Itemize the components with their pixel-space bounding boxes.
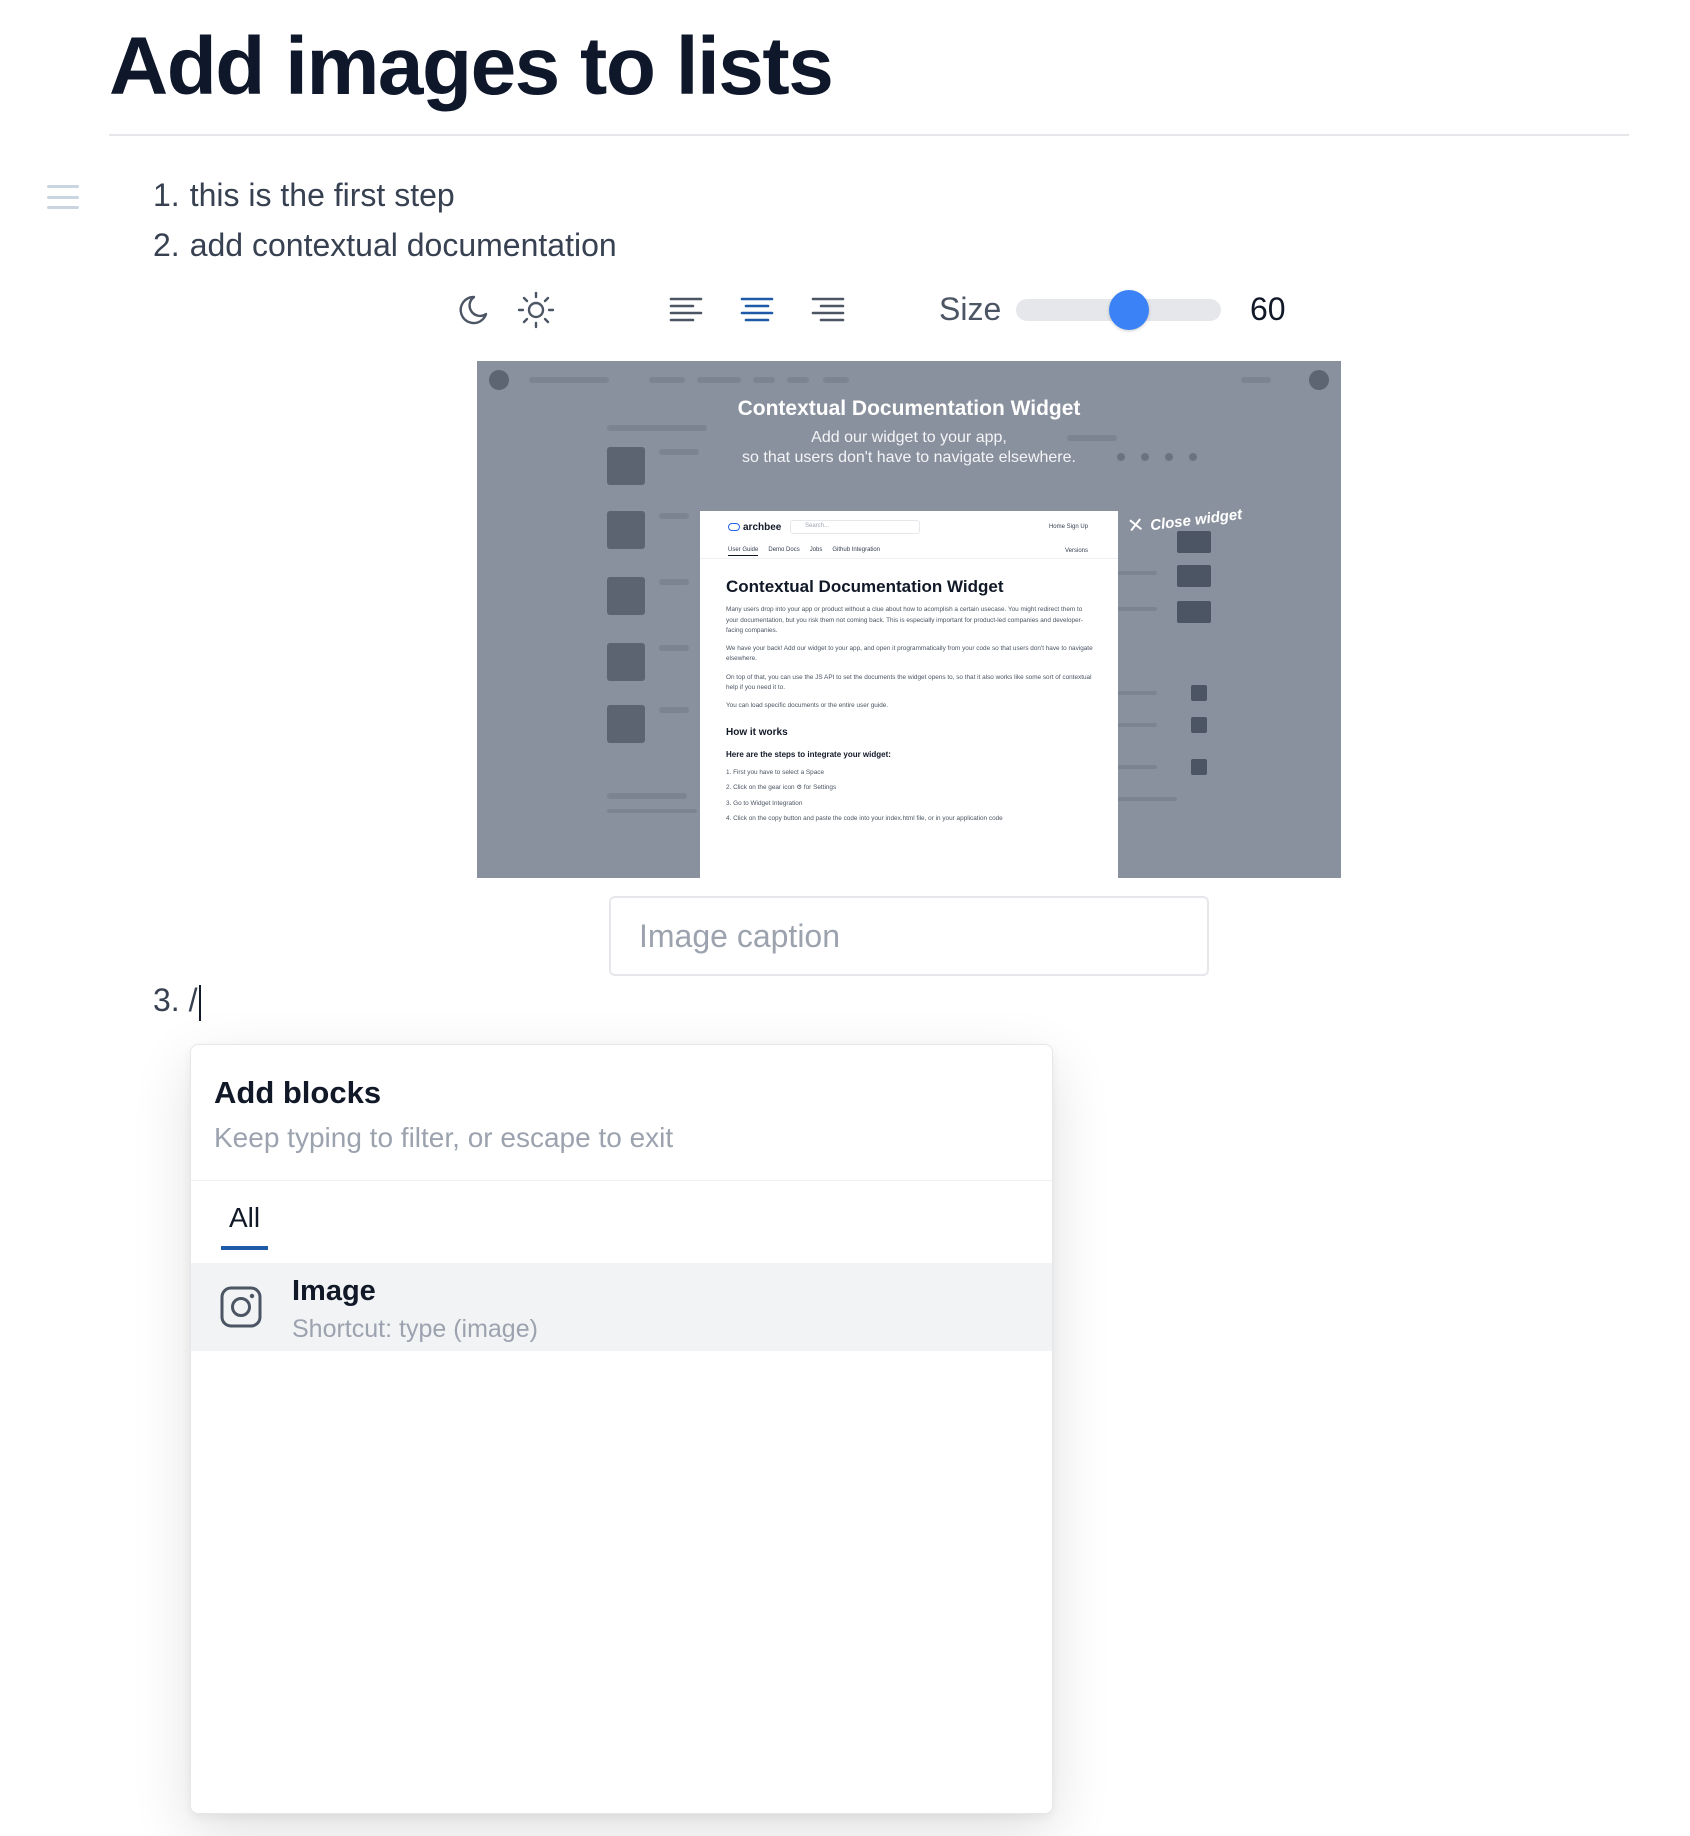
- image-background-bar: [1117, 571, 1157, 575]
- widget-preview: archbee Search... Home Sign Up User Guid…: [700, 511, 1118, 878]
- archbee-logo-icon: [728, 523, 740, 532]
- image-background-bar: [1117, 765, 1157, 769]
- image-background-avatar-icon: [1309, 370, 1329, 390]
- title-divider: [109, 134, 1629, 136]
- image-background-thumb: [607, 577, 645, 615]
- widget-header: archbee Search... Home Sign Up User Guid…: [700, 511, 1118, 559]
- image-background-bar: [697, 377, 741, 383]
- size-value: 60: [1250, 291, 1286, 327]
- image-background-bar: [1241, 377, 1271, 383]
- widget-step: 4. Click on the copy button and paste th…: [726, 814, 1003, 822]
- align-center-icon[interactable]: [736, 289, 778, 331]
- image-background-bar: [823, 377, 849, 383]
- image-background-square: [1177, 565, 1211, 587]
- image-background-logo-icon: [489, 370, 509, 390]
- widget-paragraph: We have your back! Add our widget to you…: [726, 645, 1093, 663]
- widget-search: Search...: [790, 520, 920, 534]
- image-background-bar: [1117, 607, 1157, 611]
- list-item-number: 1.: [153, 177, 180, 213]
- block-option-image[interactable]: Image Shortcut: type (image): [191, 1263, 1052, 1351]
- widget-steps: 1. First you have to select a Space 2. C…: [726, 768, 1096, 824]
- image-background-thumb: [607, 511, 645, 549]
- embedded-image[interactable]: Contextual Documentation Widget Add our …: [477, 361, 1341, 878]
- list-item[interactable]: 3. /: [153, 982, 202, 1021]
- light-mode-sun-icon[interactable]: [515, 289, 557, 331]
- image-background-bar: [529, 377, 609, 383]
- image-background-square: [1191, 685, 1207, 701]
- image-caption-input[interactable]: [609, 896, 1209, 976]
- list-item-number: 2.: [153, 227, 180, 263]
- size-slider[interactable]: [1016, 290, 1221, 330]
- widget-paragraph: Many users drop into your app or product…: [726, 606, 1083, 634]
- list-item[interactable]: 1. this is the first step: [153, 176, 455, 214]
- widget-logo: archbee: [728, 522, 781, 533]
- image-background-bar: [1117, 797, 1177, 801]
- add-blocks-menu-header: Add blocks Keep typing to filter, or esc…: [191, 1045, 1052, 1181]
- widget-step: 1. First you have to select a Space: [726, 769, 825, 777]
- block-drag-handle-icon[interactable]: [47, 185, 79, 209]
- image-background-bar: [753, 377, 775, 383]
- add-blocks-menu: Add blocks Keep typing to filter, or esc…: [190, 1044, 1053, 1814]
- close-widget-text: Close widget: [1149, 506, 1244, 535]
- image-background-bar: [1117, 723, 1157, 727]
- widget-step: 3. Go to Widget Integration: [726, 799, 803, 807]
- widget-tab: Demo Docs: [768, 547, 800, 553]
- image-background-square: [1191, 759, 1207, 775]
- image-icon: [220, 1286, 262, 1328]
- image-background-bar: [607, 809, 697, 813]
- widget-nav: Home Sign Up: [1048, 524, 1088, 530]
- image-background-bar: [649, 377, 685, 383]
- image-subtitle: Add our widget to your app,: [811, 429, 1007, 446]
- size-label: Size: [939, 291, 1002, 327]
- text-caret: [199, 984, 202, 1021]
- widget-step: 2. Click on the gear icon ⚙ for Settings: [726, 784, 837, 792]
- widget-tab: Jobs: [809, 547, 823, 553]
- image-background-bar: [659, 707, 689, 713]
- list-item-text: /: [188, 982, 198, 1018]
- widget-subheading: How it works: [726, 727, 788, 739]
- add-blocks-tabs: All: [191, 1182, 1052, 1264]
- align-right-icon[interactable]: [807, 289, 849, 331]
- image-background-bar: [659, 579, 689, 585]
- image-background-bar: [659, 513, 689, 519]
- add-blocks-hint: Keep typing to filter, or escape to exit: [214, 1122, 674, 1153]
- widget-steps-heading: Here are the steps to integrate your wid…: [726, 750, 891, 760]
- image-heading: Contextual Documentation Widget: [737, 397, 1081, 420]
- image-background-bar: [787, 377, 809, 383]
- close-icon: ✕: [1126, 514, 1146, 538]
- image-background-thumb: [607, 643, 645, 681]
- image-toolbar: Size 60: [455, 285, 1295, 335]
- widget-content: Contextual Documentation Widget Many use…: [726, 573, 1096, 829]
- image-subtitle: so that users don't have to navigate els…: [742, 449, 1076, 466]
- block-option-shortcut: Shortcut: type (image): [292, 1315, 538, 1343]
- size-slider-thumb[interactable]: [1108, 290, 1149, 330]
- widget-tab: Github Integration: [832, 547, 881, 553]
- widget-heading: Contextual Documentation Widget: [726, 577, 1004, 596]
- list-item-text: add contextual documentation: [189, 227, 617, 263]
- widget-paragraph: You can load specific documents or the e…: [726, 702, 889, 710]
- block-option-label: Image: [292, 1275, 376, 1307]
- list-item-text: this is the first step: [189, 177, 455, 213]
- page-title: Add images to lists: [109, 21, 834, 112]
- widget-tabs: User Guide Demo Docs Jobs Github Integratio…: [728, 547, 890, 556]
- widget-paragraph: On top of that, you can use the JS API t…: [726, 673, 1092, 691]
- list-item[interactable]: 2. add contextual documentation: [153, 226, 617, 264]
- dark-mode-moon-icon[interactable]: [455, 289, 497, 331]
- align-left-icon[interactable]: [665, 289, 707, 331]
- image-background-bar: [1117, 691, 1157, 695]
- widget-tab: User Guide: [728, 547, 759, 556]
- image-background-square: [1177, 531, 1211, 553]
- widget-brand: archbee: [743, 522, 782, 533]
- image-background-bar: [607, 793, 687, 799]
- tab-all[interactable]: All: [221, 1202, 269, 1250]
- widget-versions: Versions: [1064, 548, 1088, 554]
- image-background-square: [1177, 601, 1211, 623]
- image-background-thumb: [607, 705, 645, 743]
- image-background-square: [1191, 717, 1207, 733]
- list-item-number: 3.: [153, 982, 180, 1018]
- image-background-bar: [659, 645, 689, 651]
- add-blocks-title: Add blocks: [214, 1075, 382, 1110]
- image-background-topbar: [477, 361, 1341, 399]
